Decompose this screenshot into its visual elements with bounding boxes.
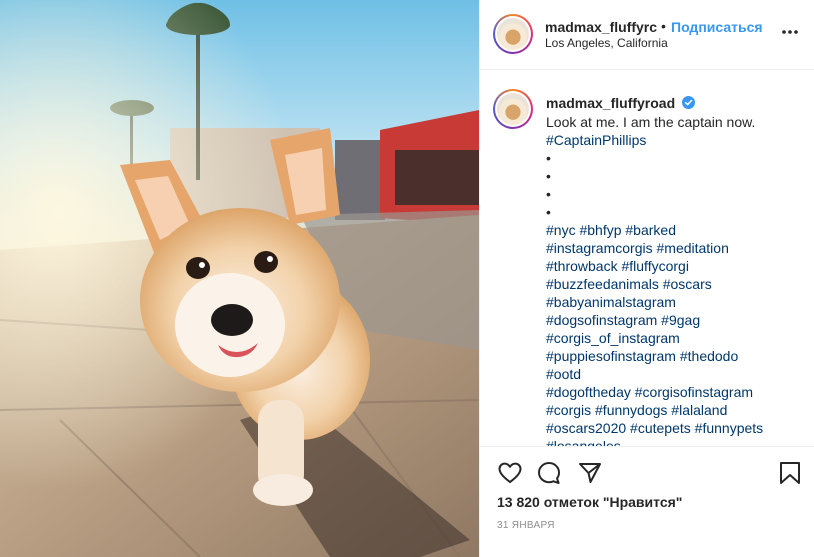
comment-icon[interactable]	[536, 460, 562, 486]
post-details-panel: madmax_fluffyrc • Подписаться Los Angele…	[479, 0, 814, 557]
hashtag-line[interactable]: #ootd	[546, 365, 806, 383]
corgi-photo-illustration	[0, 0, 479, 557]
share-icon[interactable]	[577, 460, 603, 486]
caption-line: Look at me. I am the captain now.	[546, 114, 756, 130]
post-caption: madmax_fluffyroad Look at me. I am the c…	[480, 70, 814, 446]
avatar-ring-inner	[495, 16, 531, 52]
post-header: madmax_fluffyrc • Подписаться Los Angele…	[480, 0, 814, 70]
caption-line: •	[546, 186, 551, 202]
heart-icon[interactable]	[497, 460, 523, 486]
avatar-image	[497, 93, 529, 125]
follow-button[interactable]: Подписаться	[671, 19, 763, 35]
caption-line: •	[546, 168, 551, 184]
post-photo[interactable]	[0, 0, 479, 557]
caption-text: Look at me. I am the captain now. #Captai…	[546, 113, 806, 446]
hashtag-line[interactable]: #dogsofinstagram #9gag	[546, 311, 806, 329]
hashtag-line[interactable]: #corgis_of_instagram	[546, 329, 806, 347]
avatar-ring-inner	[495, 91, 531, 127]
header-separator: •	[661, 18, 666, 34]
hashtag-line[interactable]: #oscars2020 #cutepets #funnypets	[546, 419, 806, 437]
caption-line: •	[546, 150, 551, 166]
hashtag-line[interactable]: #dogoftheday #corgisofinstagram	[546, 383, 806, 401]
hashtag-line[interactable]: #losangeles	[546, 437, 806, 446]
likes-count[interactable]: 13 820 отметок "Нравится"	[497, 494, 682, 510]
post-date[interactable]: 31 ЯНВАРЯ	[497, 520, 555, 531]
more-options-icon[interactable]	[780, 22, 800, 42]
hashtag-line[interactable]: #corgis #funnydogs #lalaland	[546, 401, 806, 419]
verified-badge-icon	[682, 96, 695, 109]
header-username[interactable]: madmax_fluffyrc	[545, 19, 659, 35]
hashtag-line[interactable]: #throwback #fluffycorgi	[546, 257, 806, 275]
hashtag-line[interactable]: #babyanimalstagram	[546, 293, 806, 311]
post-actions: 13 820 отметок "Нравится" 31 ЯНВАРЯ	[480, 446, 814, 557]
hashtag-line[interactable]: #CaptainPhillips	[546, 131, 806, 149]
caption-author-avatar[interactable]	[493, 89, 533, 129]
caption-line: •	[546, 204, 551, 220]
caption-username[interactable]: madmax_fluffyroad	[546, 95, 675, 111]
hashtag-line[interactable]: #buzzfeedanimals #oscars	[546, 275, 806, 293]
bookmark-icon[interactable]	[777, 460, 803, 486]
hashtag-line[interactable]: #puppiesofinstagram #thedodo	[546, 347, 806, 365]
hashtag-line[interactable]: #nyc #bhfyp #barked	[546, 221, 806, 239]
post-location[interactable]: Los Angeles, California	[545, 36, 668, 50]
hashtag-line[interactable]: #instagramcorgis #meditation	[546, 239, 806, 257]
author-avatar[interactable]	[493, 14, 533, 54]
avatar-image	[497, 18, 529, 50]
